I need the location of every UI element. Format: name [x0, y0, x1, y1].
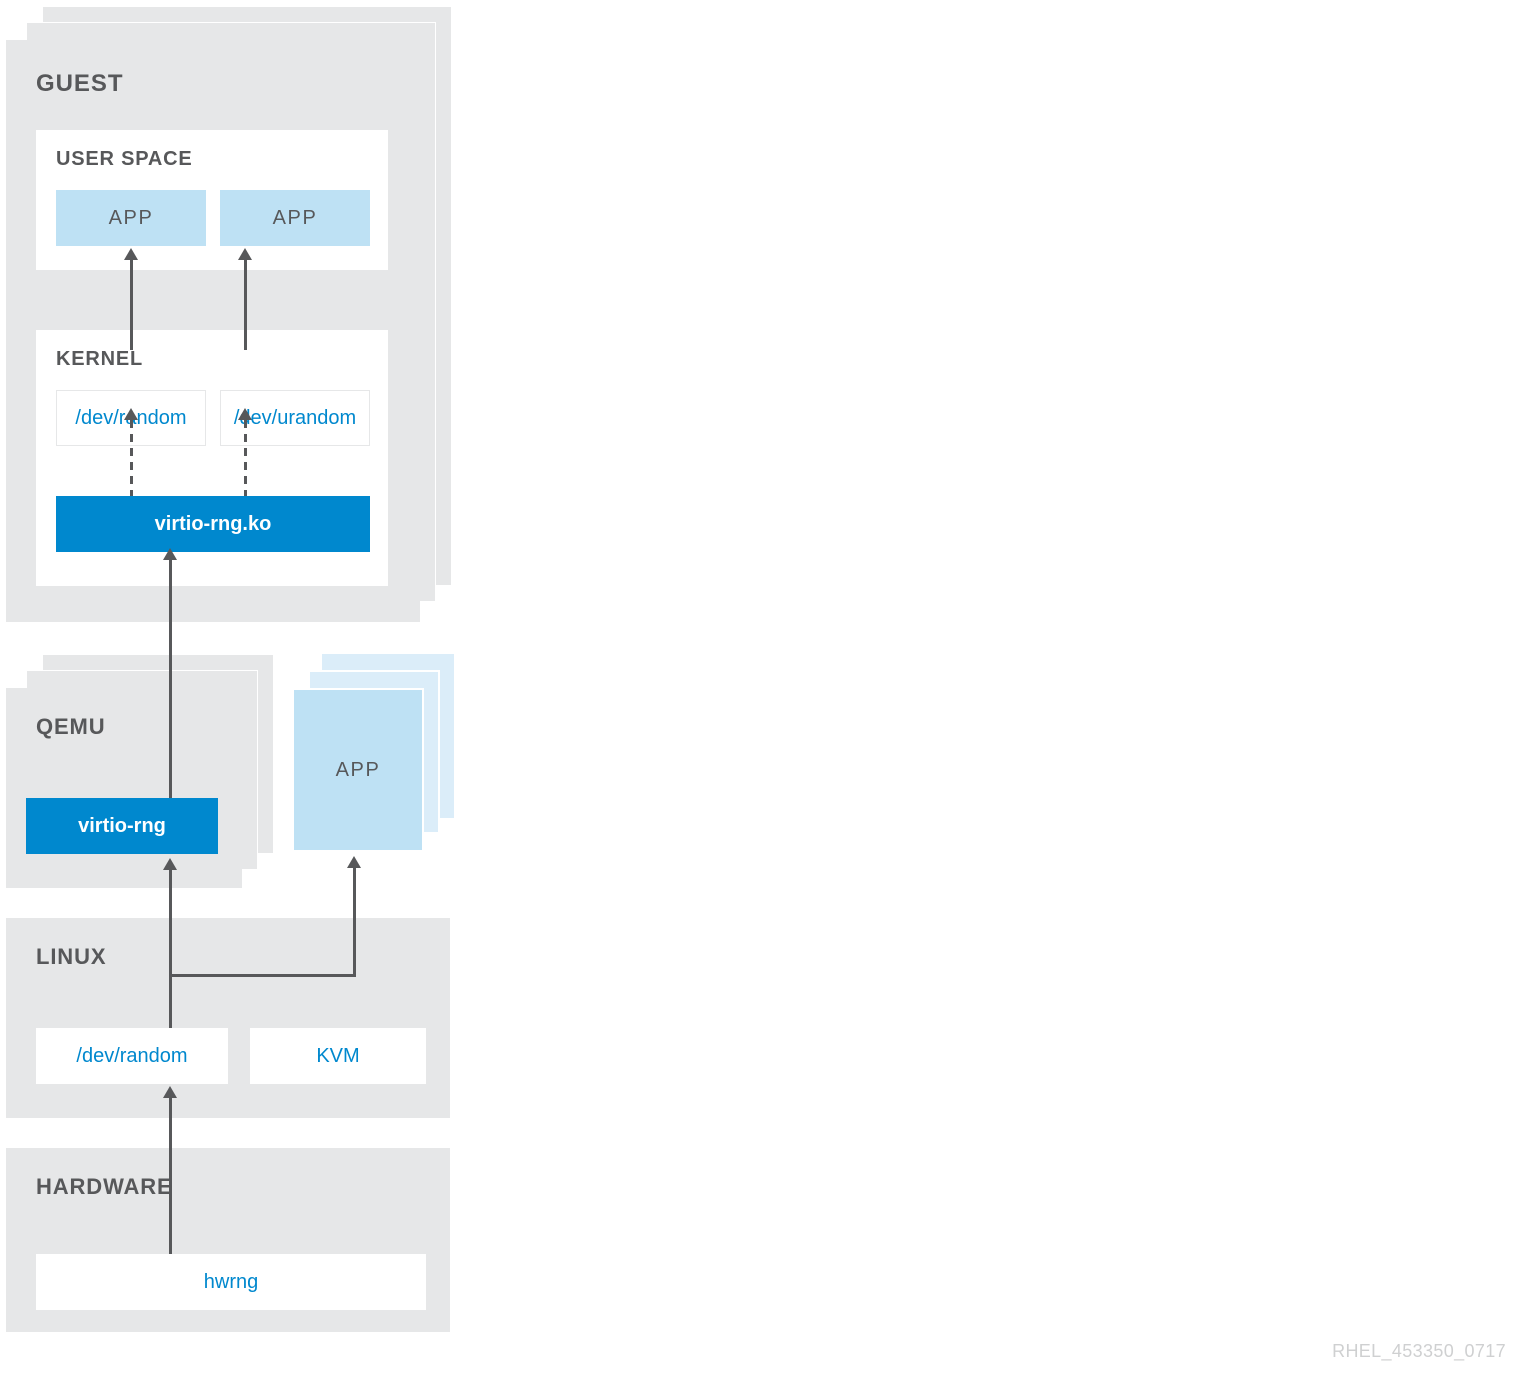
arrow-qemu-kernel-head — [163, 548, 177, 560]
kernel-panel: KERNEL /dev/random /dev/urandom virtio-r… — [36, 330, 388, 586]
arrow-branch-to-app — [353, 866, 356, 977]
linux-panel: LINUX /dev/random KVM — [6, 918, 450, 1118]
arrow-ko-devurandom-d4 — [244, 462, 247, 470]
arrow-devrandom-qemu-head — [163, 858, 177, 870]
guest-panel: GUEST USER SPACE APP APP KERNEL /dev/ran… — [6, 40, 420, 622]
guest-app-1: APP — [56, 190, 206, 246]
user-space-title: USER SPACE — [56, 148, 193, 171]
arrow-devrandom-app-line — [130, 258, 133, 350]
hardware-panel: HARDWARE hwrng — [6, 1148, 450, 1332]
linux-dev-random: /dev/random — [36, 1028, 228, 1084]
arrow-ko-devurandom-head — [238, 408, 252, 420]
qemu-panel: QEMU virtio-rng — [6, 688, 242, 888]
arrow-ko-devurandom-d3 — [244, 448, 247, 456]
linux-kvm: KVM — [250, 1028, 426, 1084]
arrow-ko-devrandom-head — [124, 408, 138, 420]
arrow-ko-devrandom-d2 — [130, 434, 133, 442]
arrow-ko-devrandom-d1 — [130, 420, 133, 428]
arrow-ko-devurandom-d1 — [244, 420, 247, 428]
linux-title: LINUX — [36, 944, 106, 970]
qemu-title: QEMU — [36, 714, 106, 740]
arrow-devurandom-app-line — [244, 258, 247, 350]
arrow-branch-horizontal — [169, 974, 355, 977]
host-app: APP — [292, 688, 424, 852]
diagram-canvas: GUEST USER SPACE APP APP KERNEL /dev/ran… — [0, 0, 1520, 1376]
arrow-ko-devurandom-d6 — [244, 490, 247, 496]
arrow-hwrng-devrandom-head — [163, 1086, 177, 1098]
guest-app-2: APP — [220, 190, 370, 246]
diagram-id: RHEL_453350_0717 — [1332, 1341, 1506, 1362]
virtio-rng: virtio-rng — [26, 798, 218, 854]
user-space-panel: USER SPACE APP APP — [36, 130, 388, 270]
arrow-devurandom-app-head — [238, 248, 252, 260]
kernel-title: KERNEL — [56, 348, 143, 371]
arrow-ko-devurandom-d2 — [244, 434, 247, 442]
arrow-qemu-kernel-line — [169, 558, 172, 798]
arrow-hwrng-devrandom-line — [169, 1096, 172, 1254]
hardware-title: HARDWARE — [36, 1174, 173, 1200]
hwrng: hwrng — [36, 1254, 426, 1310]
arrow-devrandom-up-line — [169, 868, 172, 1028]
arrow-devrandom-app-head — [124, 248, 138, 260]
arrow-ko-devrandom-d6 — [130, 490, 133, 496]
arrow-ko-devrandom-d4 — [130, 462, 133, 470]
arrow-ko-devrandom-d3 — [130, 448, 133, 456]
arrow-branch-to-app-head — [347, 856, 361, 868]
arrow-ko-devurandom-d5 — [244, 476, 247, 484]
virtio-rng-ko: virtio-rng.ko — [56, 496, 370, 552]
guest-title: GUEST — [36, 70, 123, 98]
arrow-ko-devrandom-d5 — [130, 476, 133, 484]
